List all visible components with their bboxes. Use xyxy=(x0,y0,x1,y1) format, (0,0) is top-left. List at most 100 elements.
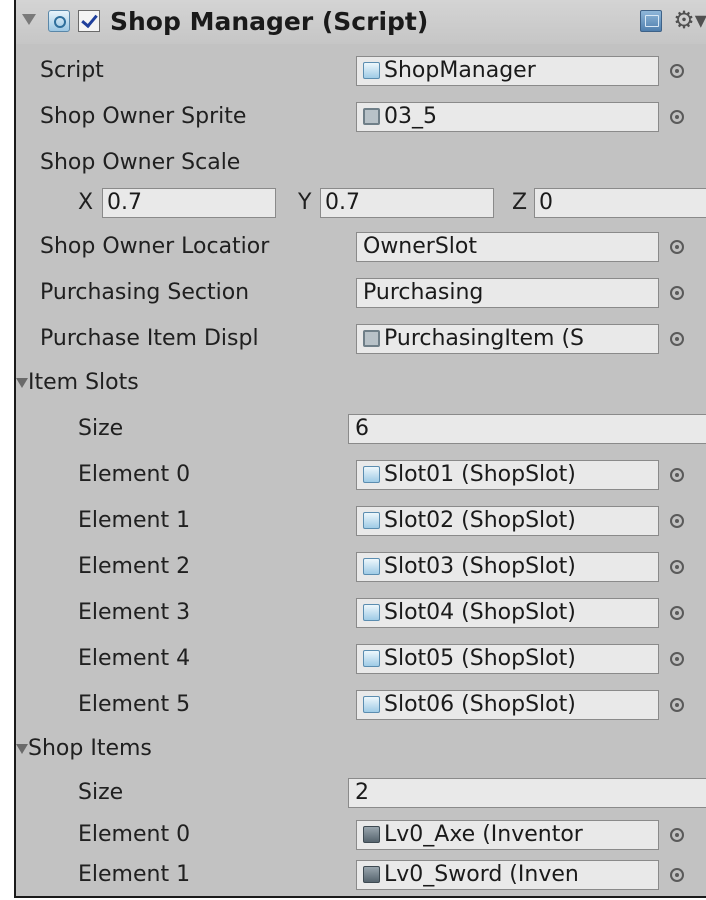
foldout-arrow-icon[interactable] xyxy=(16,744,28,754)
field-label: Shop Owner Scale xyxy=(40,150,241,175)
shop-owner-sprite-row: Shop Owner Sprite 03_5 xyxy=(16,98,706,136)
item-slot-field[interactable]: Slot01 (ShopSlot) xyxy=(356,460,659,490)
shop-item-field[interactable]: Lv0_Axe (Inventor xyxy=(356,820,659,850)
z-axis-label[interactable]: Z xyxy=(512,184,527,222)
scale-y-input[interactable]: 0.7 xyxy=(320,188,494,218)
object-picker-icon[interactable] xyxy=(670,868,684,882)
list-item: Element 5 Slot06 (ShopSlot) xyxy=(16,686,706,724)
purchase-item-display-field[interactable]: PurchasingItem (S xyxy=(356,324,659,354)
field-label: Size xyxy=(78,780,124,805)
component-title[interactable]: Shop Manager (Script) xyxy=(110,6,428,38)
field-label: Purchase Item Displ xyxy=(40,326,259,351)
field-value: Slot01 (ShopSlot) xyxy=(384,462,576,487)
item-slot-field[interactable]: Slot03 (ShopSlot) xyxy=(356,552,659,582)
item-slot-field[interactable]: Slot06 (ShopSlot) xyxy=(356,690,659,720)
sprite-icon xyxy=(363,108,380,125)
shop-items-size-input[interactable]: 2 xyxy=(348,778,706,808)
script-icon xyxy=(363,604,380,621)
shop-item-field[interactable]: Lv0_Sword (Inven xyxy=(356,860,659,890)
script-row: Script ShopManager xyxy=(16,52,706,90)
shop-owner-location-field[interactable]: OwnerSlot xyxy=(356,232,659,262)
object-picker-icon[interactable] xyxy=(670,240,684,254)
list-item: Element 1 Lv0_Sword (Inven xyxy=(16,856,706,894)
field-value: Lv0_Sword (Inven xyxy=(384,862,579,887)
object-picker-icon[interactable] xyxy=(670,332,684,346)
field-label: Element 0 xyxy=(78,462,191,487)
field-value: ShopManager xyxy=(384,58,536,83)
field-label: Element 1 xyxy=(78,508,191,533)
shop-owner-scale-vector-row: X 0.7 Y 0.7 Z 0 xyxy=(16,184,706,222)
field-value: Lv0_Axe (Inventor xyxy=(384,822,583,847)
field-value: Purchasing xyxy=(363,280,484,305)
y-axis-label[interactable]: Y xyxy=(298,184,311,222)
field-label: Shop Owner Sprite xyxy=(40,104,247,129)
foldout-arrow-icon[interactable] xyxy=(16,378,28,388)
field-value: Slot04 (ShopSlot) xyxy=(384,600,576,625)
object-picker-icon[interactable] xyxy=(670,110,684,124)
object-picker-icon[interactable] xyxy=(670,698,684,712)
shop-owner-location-row: Shop Owner Locatior OwnerSlot xyxy=(16,228,706,266)
field-value: OwnerSlot xyxy=(363,234,477,259)
inventory-item-icon xyxy=(363,826,380,843)
script-icon xyxy=(363,512,380,529)
object-picker-icon[interactable] xyxy=(670,286,684,300)
purchasing-section-field[interactable]: Purchasing xyxy=(356,278,659,308)
field-label: Script xyxy=(40,58,104,83)
item-slots-size-input[interactable]: 6 xyxy=(348,414,706,444)
field-value: Slot05 (ShopSlot) xyxy=(384,646,576,671)
scale-x-input[interactable]: 0.7 xyxy=(102,188,276,218)
field-label: Size xyxy=(78,416,124,441)
shop-items-size-row: Size 2 xyxy=(16,774,706,812)
shop-items-foldout[interactable]: Shop Items xyxy=(16,730,706,768)
list-item: Element 0 Slot01 (ShopSlot) xyxy=(16,456,706,494)
item-slot-field[interactable]: Slot04 (ShopSlot) xyxy=(356,598,659,628)
object-picker-icon[interactable] xyxy=(670,560,684,574)
field-value: 03_5 xyxy=(384,104,437,129)
object-picker-icon[interactable] xyxy=(670,652,684,666)
script-field[interactable]: ShopManager xyxy=(356,56,659,86)
script-icon xyxy=(363,696,380,713)
scale-z-input[interactable]: 0 xyxy=(534,188,706,218)
field-value: Slot06 (ShopSlot) xyxy=(384,692,576,717)
object-picker-icon[interactable] xyxy=(670,514,684,528)
field-label: Shop Owner Locatior xyxy=(40,234,270,259)
object-picker-icon[interactable] xyxy=(670,828,684,842)
component-header: Shop Manager (Script) ⚙▾ xyxy=(16,0,706,44)
script-component-icon xyxy=(48,10,70,32)
purchase-item-display-row: Purchase Item Displ PurchasingItem (S xyxy=(16,320,706,358)
script-icon xyxy=(363,558,380,575)
field-value: Slot03 (ShopSlot) xyxy=(384,554,576,579)
item-slots-foldout[interactable]: Item Slots xyxy=(16,364,706,402)
x-axis-label[interactable]: X xyxy=(78,184,93,222)
foldout-arrow-icon[interactable] xyxy=(22,14,36,25)
field-label: Element 5 xyxy=(78,692,191,717)
object-picker-icon[interactable] xyxy=(670,468,684,482)
shop-owner-scale-row: Shop Owner Scale xyxy=(16,144,706,182)
script-icon xyxy=(363,466,380,483)
list-item: Element 4 Slot05 (ShopSlot) xyxy=(16,640,706,678)
field-label: Element 3 xyxy=(78,600,191,625)
script-icon xyxy=(363,62,380,79)
enabled-checkbox[interactable] xyxy=(78,10,100,32)
field-value: PurchasingItem (S xyxy=(384,326,585,351)
foldout-label[interactable]: Item Slots xyxy=(28,364,139,402)
item-slots-size-row: Size 6 xyxy=(16,410,706,448)
list-item: Element 3 Slot04 (ShopSlot) xyxy=(16,594,706,632)
field-label: Element 4 xyxy=(78,646,191,671)
shop-owner-sprite-field[interactable]: 03_5 xyxy=(356,102,659,132)
foldout-label[interactable]: Shop Items xyxy=(28,730,152,768)
gear-icon[interactable]: ⚙▾ xyxy=(670,4,706,38)
purchasing-section-row: Purchasing Section Purchasing xyxy=(16,274,706,312)
script-icon xyxy=(363,650,380,667)
field-label: Element 0 xyxy=(78,822,191,847)
list-item: Element 2 Slot03 (ShopSlot) xyxy=(16,548,706,586)
help-icon[interactable] xyxy=(640,10,662,32)
inspector-panel: Shop Manager (Script) ⚙▾ Script ShopMana… xyxy=(14,0,706,898)
item-slot-field[interactable]: Slot05 (ShopSlot) xyxy=(356,644,659,674)
object-picker-icon[interactable] xyxy=(670,606,684,620)
object-picker-icon[interactable] xyxy=(670,64,684,78)
field-label: Purchasing Section xyxy=(40,280,250,305)
item-slot-field[interactable]: Slot02 (ShopSlot) xyxy=(356,506,659,536)
list-item: Element 1 Slot02 (ShopSlot) xyxy=(16,502,706,540)
field-value: Slot02 (ShopSlot) xyxy=(384,508,576,533)
